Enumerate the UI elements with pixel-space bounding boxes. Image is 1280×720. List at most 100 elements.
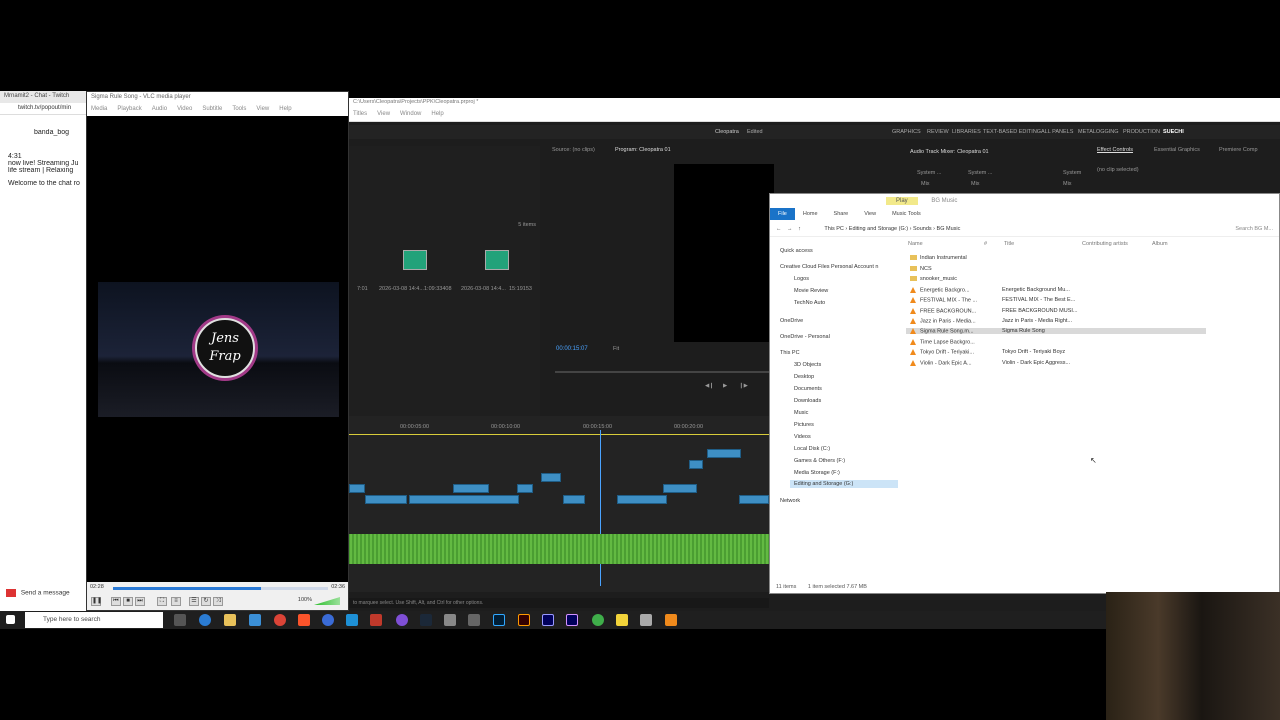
vlc-seek-bar[interactable]: [113, 587, 328, 590]
bin-clip-1[interactable]: [403, 250, 427, 270]
nav-editing-storage[interactable]: Editing and Storage (G:): [790, 480, 898, 488]
timeline-clip[interactable]: [541, 473, 561, 482]
audio-waveform-track[interactable]: [349, 534, 769, 564]
timeline-clip[interactable]: [563, 495, 585, 504]
breadcrumb-drive[interactable]: Editing and Storage (G:): [849, 226, 908, 232]
timeline-clip[interactable]: [663, 484, 697, 493]
play-tab[interactable]: Play: [886, 197, 918, 205]
workspace-suechi[interactable]: SUECHI: [1163, 129, 1184, 135]
nav-local-disk[interactable]: Local Disk (C:): [794, 446, 830, 452]
file-row-folder[interactable]: snooker_music: [910, 276, 957, 282]
task-view-icon[interactable]: [174, 614, 186, 626]
col-album[interactable]: Album: [1152, 241, 1168, 247]
file-row-audio[interactable]: FREE BACKGROUN... FREE BACKGROUND MUSI...: [910, 308, 1077, 314]
vlc-taskbar-icon[interactable]: [665, 614, 677, 626]
premiere-comp-tab[interactable]: Premiere Comp: [1219, 147, 1258, 153]
nav-videos[interactable]: Videos: [794, 434, 811, 440]
nav-movie-review[interactable]: Movie Review: [794, 288, 828, 294]
audio-mixer-tab[interactable]: Audio Track Mixer: Cleopatra 01: [910, 149, 989, 155]
chat-url-bar[interactable]: twitch.tv/popout/min: [0, 103, 88, 115]
col-number[interactable]: #: [984, 241, 987, 247]
work-area-bar[interactable]: [349, 434, 769, 435]
timeline-clip[interactable]: [349, 484, 365, 493]
col-title[interactable]: Title: [1004, 241, 1014, 247]
vlc-volume-slider[interactable]: [314, 597, 340, 605]
col-artists[interactable]: Contributing artists: [1082, 241, 1128, 247]
ribbon-share-tab[interactable]: Share: [826, 208, 857, 220]
nav-3d-objects[interactable]: 3D Objects: [794, 362, 821, 368]
prev-icon[interactable]: ⏮: [111, 597, 121, 606]
file-row-audio[interactable]: Tokyo Drift - Teriyaki... Tokyo Drift - T…: [910, 349, 1065, 355]
workspace-metalogging[interactable]: METALOGGING: [1078, 129, 1119, 135]
bin-clip-2[interactable]: [485, 250, 509, 270]
premiere-menu-view[interactable]: View: [377, 111, 390, 118]
timeline-clip[interactable]: [453, 484, 489, 493]
timeline-clip[interactable]: [739, 495, 769, 504]
shuffle-icon[interactable]: ⤨: [213, 597, 223, 606]
nav-logos[interactable]: Logos: [794, 276, 809, 282]
workspace-libraries[interactable]: LIBRARIES: [952, 129, 981, 135]
playlist-icon[interactable]: ☰: [189, 597, 199, 606]
steam-icon[interactable]: [420, 614, 432, 626]
workspace-text-based-editing[interactable]: TEXT-BASED EDITING: [983, 129, 1041, 135]
vlc-menu-media[interactable]: Media: [91, 106, 107, 114]
col-name[interactable]: Name: [908, 241, 923, 247]
file-row-folder[interactable]: NCS: [910, 266, 932, 272]
after-effects-icon[interactable]: [566, 614, 578, 626]
file-explorer-icon[interactable]: [224, 614, 236, 626]
step-forward-icon[interactable]: ❙▶: [739, 383, 748, 389]
pause-icon[interactable]: ❚❚: [91, 597, 102, 606]
workspace-graphics[interactable]: GRAPHICS: [892, 129, 921, 135]
stop-icon[interactable]: ■: [123, 597, 133, 606]
brave-icon[interactable]: [298, 614, 310, 626]
sticky-notes-icon[interactable]: [616, 614, 628, 626]
file-row-audio[interactable]: Time Lapse Backgro...: [910, 339, 975, 345]
ribbon-view-tab[interactable]: View: [856, 208, 884, 220]
app-icon-green[interactable]: [592, 614, 604, 626]
loop-icon[interactable]: ↻: [201, 597, 211, 606]
app-icon-gray[interactable]: [444, 614, 456, 626]
back-arrow-icon[interactable]: ←: [776, 226, 782, 232]
premiere-menu-help[interactable]: Help: [431, 111, 443, 118]
nav-techno-auto[interactable]: TechNo Auto: [794, 300, 825, 306]
vlc-menu-subtitle[interactable]: Subtitle: [202, 106, 222, 114]
app-icon-cyan[interactable]: [346, 614, 358, 626]
ribbon-music-tools-tab[interactable]: Music Tools: [884, 208, 929, 220]
chat-tab-title[interactable]: Mrnamit2 - Chat - Twitch: [0, 91, 88, 103]
vlc-menu-view[interactable]: View: [256, 106, 269, 114]
ribbon-file-tab[interactable]: File: [770, 208, 795, 220]
vlc-menu-tools[interactable]: Tools: [232, 106, 246, 114]
taskbar-search-input[interactable]: Type here to search: [25, 612, 163, 628]
chat-username[interactable]: banda_bog: [0, 129, 88, 139]
nav-documents[interactable]: Documents: [794, 386, 822, 392]
program-timecode[interactable]: 00:00:15:07: [556, 346, 588, 352]
breadcrumb-this-pc[interactable]: This PC: [824, 226, 844, 232]
file-row-folder[interactable]: Indian Instrumental: [910, 255, 967, 261]
explorer-search-input[interactable]: Search BG M...: [1235, 226, 1273, 232]
photoshop-icon[interactable]: [493, 614, 505, 626]
program-fit-select[interactable]: Fit: [613, 346, 619, 352]
essential-graphics-tab[interactable]: Essential Graphics: [1154, 147, 1200, 153]
nav-network[interactable]: Network: [780, 498, 800, 504]
illustrator-icon[interactable]: [518, 614, 530, 626]
timeline-clip[interactable]: [707, 449, 741, 458]
explorer-address-bar[interactable]: ← → ↑ This PC › Editing and Storage (G:)…: [770, 223, 1279, 237]
ribbon-home-tab[interactable]: Home: [795, 208, 826, 220]
store-icon[interactable]: [249, 614, 261, 626]
effect-controls-tab[interactable]: Effect Controls: [1097, 147, 1133, 153]
fullscreen-icon[interactable]: ⛶: [157, 597, 167, 606]
step-back-icon[interactable]: ◀❙: [705, 383, 714, 389]
forward-arrow-icon[interactable]: →: [787, 226, 793, 232]
nav-media-storage[interactable]: Media Storage (F:): [794, 470, 840, 476]
premiere-menu-titles[interactable]: Titles: [353, 111, 367, 118]
nav-onedrive[interactable]: OneDrive: [780, 318, 803, 324]
vlc-menu-playback[interactable]: Playback: [117, 106, 141, 114]
nav-onedrive-personal[interactable]: OneDrive - Personal: [780, 334, 830, 340]
app-icon-light[interactable]: [640, 614, 652, 626]
breadcrumb-sounds[interactable]: Sounds: [913, 226, 932, 232]
timeline-ruler[interactable]: 00:00:05:00 00:00:10:00 00:00:15:00 00:0…: [349, 422, 769, 434]
send-message-field[interactable]: Send a message: [21, 590, 70, 597]
program-scrub-bar[interactable]: [555, 371, 769, 373]
nav-desktop[interactable]: Desktop: [794, 374, 814, 380]
workspace-production[interactable]: PRODUCTION: [1123, 129, 1160, 135]
